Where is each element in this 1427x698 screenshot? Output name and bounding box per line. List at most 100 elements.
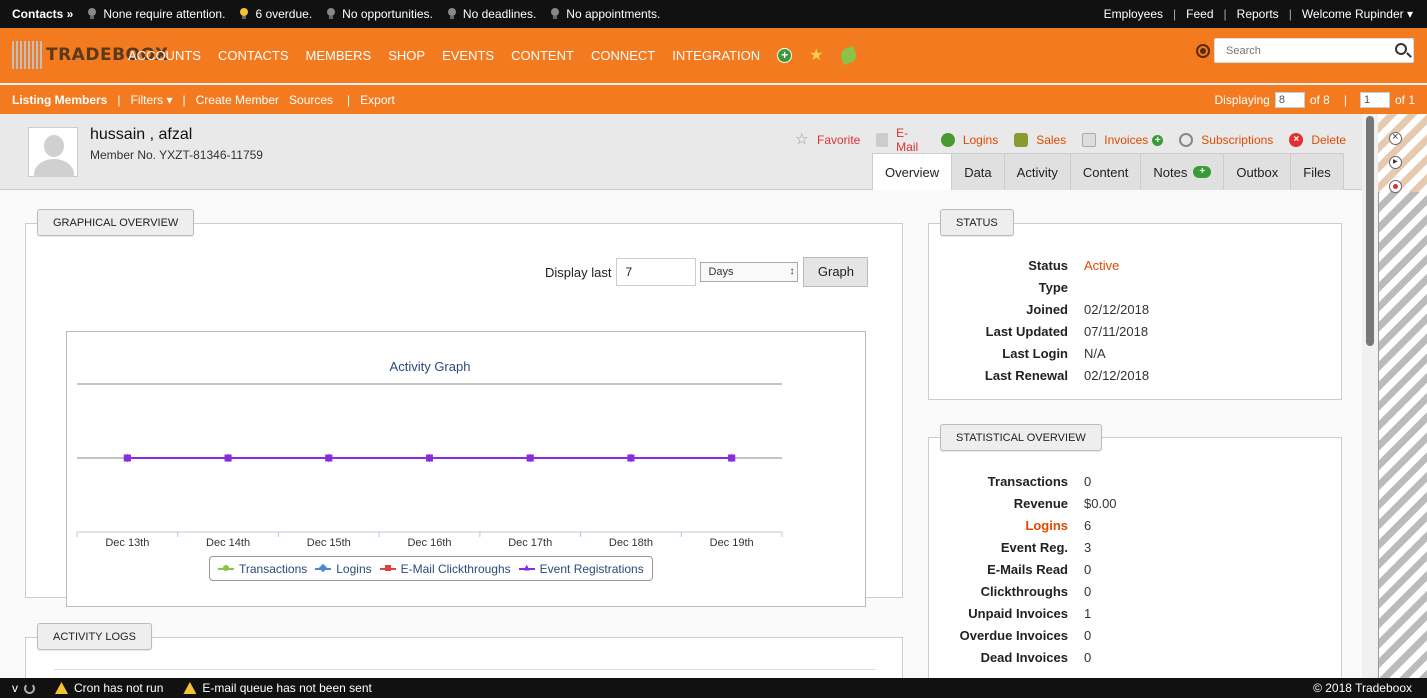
contacts-label: Contacts » (12, 7, 74, 21)
money-icon (1014, 133, 1029, 147)
nav-contacts[interactable]: CONTACTS (218, 48, 289, 63)
action-label: Invoices (1104, 133, 1149, 147)
page-input[interactable] (1359, 91, 1390, 108)
avatar (28, 127, 78, 177)
per-page-input[interactable] (1274, 91, 1305, 108)
page-scrollbar[interactable] (1366, 116, 1374, 346)
member-profile-header: hussain , afzal Member No. YXZT-81346-11… (0, 114, 1362, 191)
display-last-input[interactable]: 7 (616, 258, 697, 286)
refresh-icon[interactable] (24, 682, 35, 694)
legend-swatch (218, 564, 234, 571)
email-button[interactable]: E-Mail (876, 126, 924, 154)
target-icon[interactable] (1196, 44, 1210, 58)
status-value: 02/12/2018 (1084, 367, 1150, 383)
action-label: Favorite (817, 133, 861, 147)
feed-link[interactable]: Feed (1186, 7, 1213, 21)
alert-label: No opportunities. (342, 7, 433, 21)
alert-opportunities[interactable]: No opportunities. (326, 7, 433, 21)
sources-link[interactable]: Sources (289, 93, 333, 107)
graphical-overview-title: GRAPHICAL OVERVIEW (37, 209, 195, 236)
reports-link[interactable]: Reports (1237, 7, 1279, 21)
graph-button[interactable]: Graph (803, 257, 869, 287)
listing-members-link[interactable]: Listing Members (12, 93, 107, 107)
period-select[interactable]: Days (700, 262, 799, 282)
nav-members[interactable]: MEMBERS (306, 48, 372, 63)
nav-events[interactable]: EVENTS (442, 48, 494, 63)
chart-x-tick-label: Dec 14th (206, 537, 250, 549)
tab-data[interactable]: Data (952, 153, 1005, 191)
alert-deadlines[interactable]: No deadlines. (447, 7, 536, 21)
tab-content[interactable]: Content (1070, 153, 1142, 191)
cron-warning[interactable]: Cron has not run (74, 681, 163, 695)
stat-row: Clickthroughs 0 (929, 580, 1117, 602)
bulb-icon (326, 8, 336, 20)
employees-link[interactable]: Employees (1104, 7, 1163, 21)
tab-notes[interactable]: Notes + (1141, 153, 1225, 191)
status-row: Type (929, 276, 1149, 298)
statistical-overview-panel: Transactions 0 Revenue $0.00 Logins 6 Event… (928, 437, 1342, 682)
stat-row: Event Reg. 3 (929, 536, 1117, 558)
alert-overdue[interactable]: 6 overdue. (239, 7, 312, 21)
of-pages-label: of 1 (1394, 92, 1415, 107)
legend-transactions[interactable]: Transactions (218, 562, 307, 576)
close-icon[interactable] (1389, 131, 1402, 145)
stat-row[interactable]: Logins 6 (929, 514, 1117, 536)
separator: | (1288, 7, 1292, 21)
create-member-link[interactable]: Create Member (196, 93, 279, 107)
legend-email-clickthroughs[interactable]: E-Mail Clickthroughs (379, 562, 511, 576)
play-icon[interactable] (1389, 156, 1402, 169)
status-value: N/A (1084, 345, 1106, 361)
contacts-menu[interactable]: Contacts » (12, 7, 73, 21)
chart-x-tick-label: Dec 16th (407, 537, 451, 549)
stat-key-link[interactable]: Logins (929, 518, 1084, 533)
login-icon (940, 133, 955, 147)
sub-navbar: Listing Members | Filters ▾ | Create Mem… (0, 85, 1427, 114)
subscriptions-button[interactable]: Subscriptions (1179, 133, 1273, 147)
stat-value: 0 (1084, 649, 1092, 665)
stat-row: Unpaid Invoices 1 (929, 602, 1117, 624)
tab-outbox[interactable]: Outbox (1224, 153, 1292, 191)
chart-point (325, 454, 333, 462)
action-label: Logins (962, 133, 999, 147)
status-title: STATUS (940, 209, 1014, 236)
search-input[interactable] (1215, 39, 1385, 62)
stat-key: E-Mails Read (987, 561, 1068, 577)
stat-value: 1 (1084, 605, 1092, 621)
add-plus-icon[interactable]: + (777, 48, 793, 63)
search-icon[interactable] (1395, 43, 1407, 55)
chart-legend: Transactions Logins E-Mail Clickthroughs… (209, 556, 653, 581)
tab-overview[interactable]: Overview (872, 153, 953, 191)
nav-connect[interactable]: CONNECT (591, 48, 655, 63)
stat-value: 0 (1084, 561, 1092, 577)
email-queue-warning[interactable]: E-mail queue has not been sent (202, 681, 371, 695)
filters-dropdown[interactable]: Filters ▾ (130, 93, 172, 107)
separator: | (1173, 7, 1177, 21)
alert-attention[interactable]: None require attention. (87, 7, 225, 21)
invoices-button[interactable]: Invoices + (1082, 133, 1164, 147)
favorite-button[interactable]: ☆ Favorite (795, 132, 861, 147)
nav-shop[interactable]: SHOP (388, 48, 425, 63)
alert-label: No appointments. (566, 7, 661, 21)
chart-x-tick-label: Dec 17th (508, 537, 552, 549)
tab-activity[interactable]: Activity (1004, 153, 1071, 191)
chart-point (123, 454, 131, 462)
tab-files[interactable]: Files (1291, 153, 1344, 191)
leaf-icon[interactable] (838, 45, 859, 66)
add-note-icon[interactable]: + (1193, 166, 1212, 178)
legend-event-registrations[interactable]: Event Registrations (518, 562, 644, 576)
add-invoice-icon[interactable]: + (1152, 134, 1164, 146)
delete-button[interactable]: × Delete (1289, 133, 1346, 147)
export-link[interactable]: Export (360, 93, 395, 107)
favorites-star-icon[interactable]: ★ (809, 48, 824, 64)
legend-logins[interactable]: Logins (315, 562, 372, 576)
logins-button[interactable]: Logins (940, 133, 999, 147)
alert-appointments[interactable]: No appointments. (550, 7, 660, 21)
delete-x-icon: × (1289, 133, 1304, 147)
user-menu[interactable]: Welcome Rupinder ▾ (1302, 7, 1413, 21)
nav-integration[interactable]: INTEGRATION (672, 48, 760, 63)
nav-accounts[interactable]: ACCOUNTS (128, 48, 201, 63)
sales-button[interactable]: Sales (1014, 133, 1066, 147)
record-icon[interactable] (1389, 180, 1402, 193)
stats-list: Transactions 0 Revenue $0.00 Logins 6 Event… (929, 470, 1117, 668)
nav-content[interactable]: CONTENT (511, 48, 574, 63)
